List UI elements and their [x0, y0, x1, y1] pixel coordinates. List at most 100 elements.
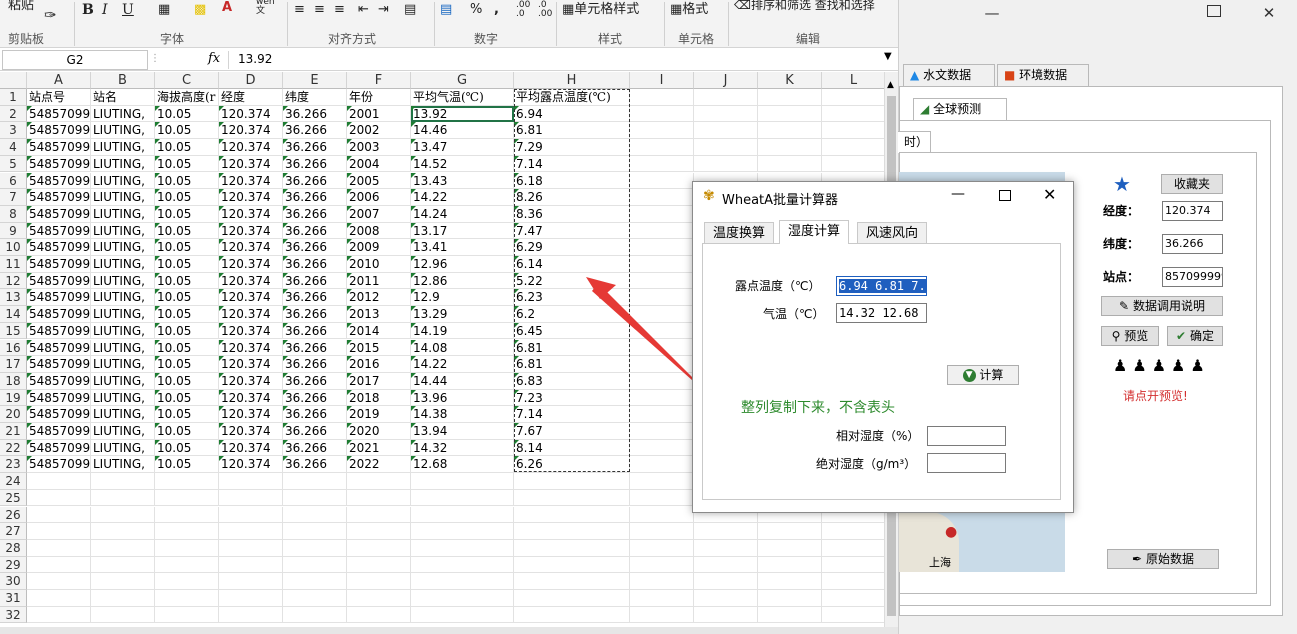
- empty-cell[interactable]: [822, 139, 884, 156]
- table-cell[interactable]: 54857099: [27, 205, 91, 223]
- maximize-icon[interactable]: [999, 190, 1011, 201]
- empty-cell[interactable]: [411, 606, 514, 624]
- empty-cell[interactable]: [91, 506, 155, 524]
- table-cell[interactable]: LIUTING,: [91, 239, 155, 256]
- table-cell[interactable]: 12.68: [411, 456, 514, 474]
- preview-button[interactable]: ⚲ 预览: [1101, 326, 1159, 346]
- empty-cell[interactable]: [694, 590, 758, 607]
- row-header[interactable]: 14: [0, 306, 27, 323]
- row-header[interactable]: 30: [0, 573, 27, 590]
- empty-cell[interactable]: [630, 539, 694, 557]
- empty-cell[interactable]: [27, 606, 91, 624]
- table-cell[interactable]: 36.266: [283, 306, 347, 323]
- tab-wind[interactable]: 风速风向: [857, 222, 928, 244]
- table-cell[interactable]: 10.05: [155, 356, 219, 373]
- merge-icon[interactable]: ▤: [404, 2, 416, 17]
- row-header[interactable]: 2: [0, 105, 27, 123]
- row-header[interactable]: 9: [0, 222, 27, 240]
- table-cell[interactable]: 120.374: [219, 423, 283, 440]
- formula-input[interactable]: 13.92: [238, 52, 272, 66]
- table-cell[interactable]: 54857099: [27, 239, 91, 256]
- empty-cell[interactable]: [155, 489, 219, 507]
- empty-cell[interactable]: [283, 556, 347, 574]
- table-cell[interactable]: 13.96: [411, 389, 514, 407]
- empty-cell[interactable]: [27, 489, 91, 507]
- table-cell[interactable]: 2010: [347, 256, 411, 273]
- empty-cell[interactable]: [514, 506, 630, 524]
- table-cell[interactable]: 36.266: [283, 205, 347, 223]
- table-cell[interactable]: 2003: [347, 139, 411, 156]
- empty-cell[interactable]: [155, 590, 219, 607]
- table-cell[interactable]: 36.266: [283, 406, 347, 423]
- table-cell[interactable]: 10.05: [155, 189, 219, 206]
- table-cell[interactable]: 13.29: [411, 306, 514, 323]
- table-cell[interactable]: 36.266: [283, 139, 347, 156]
- table-cell[interactable]: 36.266: [283, 322, 347, 340]
- empty-cell[interactable]: [694, 155, 758, 173]
- row-header[interactable]: 29: [0, 556, 27, 574]
- empty-cell[interactable]: [694, 89, 758, 106]
- table-cell[interactable]: 14.38: [411, 406, 514, 423]
- table-cell[interactable]: 14.22: [411, 189, 514, 206]
- column-header-d[interactable]: D: [219, 72, 283, 89]
- table-cell[interactable]: 10.05: [155, 122, 219, 140]
- tab-global-forecast[interactable]: ◢ 全球预测: [913, 98, 1007, 120]
- table-cell[interactable]: LIUTING,: [91, 389, 155, 407]
- fill-color-icon[interactable]: ▩: [194, 2, 206, 17]
- table-cell[interactable]: 14.46: [411, 122, 514, 140]
- absolute-humidity-output[interactable]: [927, 453, 1006, 473]
- table-cell[interactable]: 14.24: [411, 205, 514, 223]
- row-header[interactable]: 6: [0, 172, 27, 190]
- empty-cell[interactable]: [347, 473, 411, 490]
- header-cell[interactable]: 经度: [219, 89, 283, 106]
- row-header[interactable]: 1: [0, 89, 27, 106]
- row-header[interactable]: 31: [0, 590, 27, 607]
- empty-cell[interactable]: [347, 606, 411, 624]
- bold-button[interactable]: B: [82, 2, 94, 18]
- table-cell[interactable]: 13.47: [411, 139, 514, 156]
- empty-cell[interactable]: [630, 489, 694, 507]
- table-cell[interactable]: 120.374: [219, 222, 283, 240]
- empty-cell[interactable]: [347, 590, 411, 607]
- row-header[interactable]: 3: [0, 122, 27, 140]
- row-header[interactable]: 15: [0, 322, 27, 340]
- table-cell[interactable]: 2018: [347, 389, 411, 407]
- table-cell[interactable]: 120.374: [219, 256, 283, 273]
- table-cell[interactable]: 2014: [347, 322, 411, 340]
- empty-cell[interactable]: [27, 573, 91, 590]
- empty-cell[interactable]: [347, 573, 411, 590]
- table-cell[interactable]: LIUTING,: [91, 289, 155, 307]
- table-cell[interactable]: 6.29: [514, 239, 630, 256]
- column-header-f[interactable]: F: [347, 72, 411, 89]
- fx-icon[interactable]: fx: [208, 51, 220, 66]
- temperature-input[interactable]: 14.32 12.68: [836, 303, 927, 323]
- table-cell[interactable]: 54857099: [27, 256, 91, 273]
- table-cell[interactable]: 54857099: [27, 189, 91, 206]
- row-header[interactable]: 21: [0, 423, 27, 440]
- horizontal-scrollbar[interactable]: [0, 627, 898, 634]
- empty-cell[interactable]: [758, 590, 822, 607]
- empty-cell[interactable]: [758, 523, 822, 540]
- align-left-icon[interactable]: ≡: [294, 2, 305, 17]
- table-cell[interactable]: 7.14: [514, 155, 630, 173]
- increase-decimal-button[interactable]: .00 .0: [516, 1, 530, 19]
- table-cell[interactable]: 120.374: [219, 189, 283, 206]
- table-cell[interactable]: 120.374: [219, 339, 283, 357]
- column-header-k[interactable]: K: [758, 72, 822, 89]
- tab-environment[interactable]: ■ 环境数据: [997, 64, 1089, 86]
- table-cell[interactable]: 6.81: [514, 122, 630, 140]
- table-cell[interactable]: 2008: [347, 222, 411, 240]
- table-cell[interactable]: 54857099: [27, 105, 91, 123]
- table-cell[interactable]: LIUTING,: [91, 256, 155, 273]
- table-cell[interactable]: 2012: [347, 289, 411, 307]
- empty-cell[interactable]: [91, 573, 155, 590]
- table-cell[interactable]: 14.32: [411, 439, 514, 457]
- lat-field[interactable]: 36.266: [1162, 234, 1223, 254]
- empty-cell[interactable]: [27, 506, 91, 524]
- table-cell[interactable]: LIUTING,: [91, 306, 155, 323]
- cell-style-button[interactable]: ▦单元格样式: [562, 0, 639, 17]
- column-header-c[interactable]: C: [155, 72, 219, 89]
- empty-cell[interactable]: [822, 523, 884, 540]
- table-cell[interactable]: 12.9: [411, 289, 514, 307]
- table-cell[interactable]: LIUTING,: [91, 205, 155, 223]
